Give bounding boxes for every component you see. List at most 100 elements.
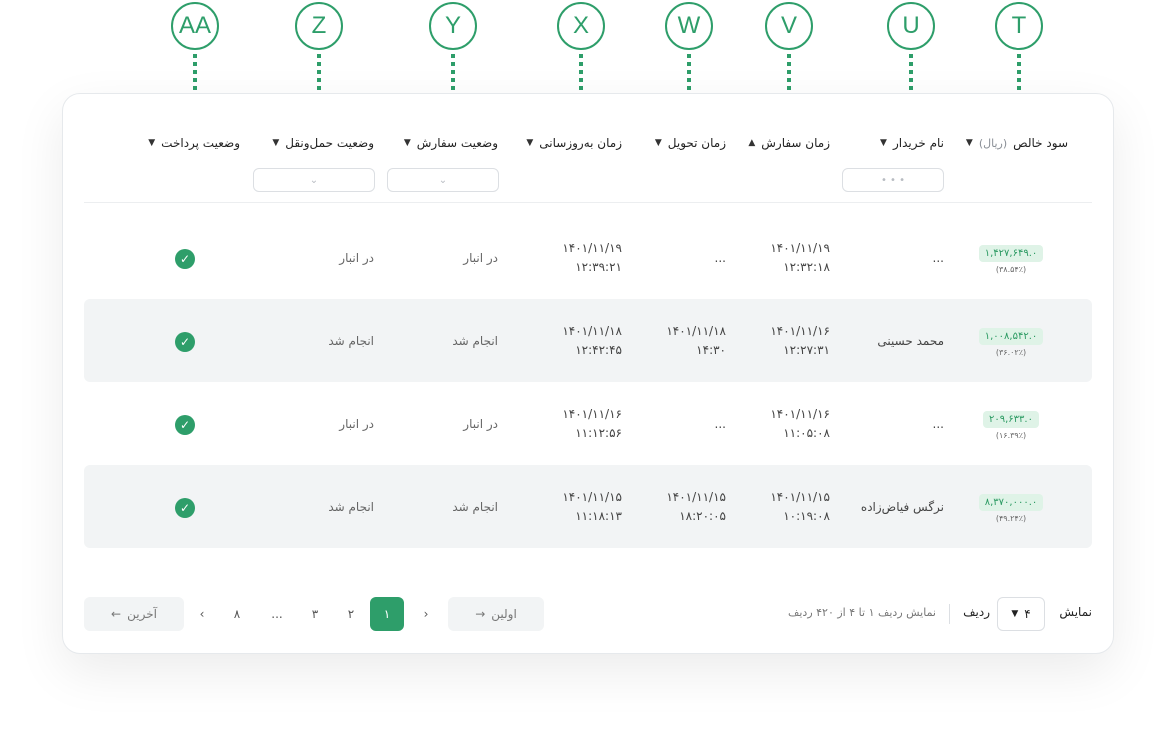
header-label: وضعیت حمل‌ونقل xyxy=(285,136,374,150)
prev-page-button[interactable]: ‹ xyxy=(412,597,440,631)
column-marker-w: W xyxy=(665,2,713,112)
update-date: ۱۴۰۱/۱۱/۱۸ xyxy=(562,324,622,338)
marker-label: Z xyxy=(295,2,343,50)
delivery-date: ... xyxy=(714,417,726,431)
profit-badge: ۸,۳۷۰,۰۰۰.۰ xyxy=(978,494,1044,511)
column-marker-x: X xyxy=(557,2,605,112)
shipping-status-cell: انجام شد xyxy=(328,500,374,514)
update-clock: ۱۱:۱۸:۱۳ xyxy=(575,509,622,523)
header-update-time[interactable]: زمان به‌روزسانی ▼ xyxy=(526,136,622,150)
update-time-cell: ۱۴۰۱/۱۱/۱۸ ۱۲:۴۲:۴۵ xyxy=(562,322,622,360)
chevron-down-icon: ▼ xyxy=(880,138,887,148)
profit-cell: ۸,۳۷۰,۰۰۰.۰ (۴۹.۲۴٪) xyxy=(976,490,1046,523)
delivery-date: ... xyxy=(714,251,726,265)
chevron-down-icon: ⌄ xyxy=(438,174,448,186)
order-status-cell: در انبار xyxy=(463,417,498,431)
header-order-time[interactable]: زمان سفارش ▲ xyxy=(748,136,830,150)
check-circle-icon: ✓ xyxy=(175,332,195,352)
header-delivery-time[interactable]: زمان تحویل ▼ xyxy=(655,136,726,150)
buyer-cell: محمد حسینی xyxy=(877,334,944,348)
chevron-down-icon: ⌄ xyxy=(309,174,319,186)
page-number: ۳ xyxy=(311,607,319,621)
header-payment-status[interactable]: وضعیت پرداخت ▼ xyxy=(148,136,240,150)
page-8-button[interactable]: ۸ xyxy=(222,597,252,631)
header-label: زمان سفارش xyxy=(761,136,830,150)
filter-placeholder: • • • xyxy=(880,174,906,186)
arrow-left-icon: ← xyxy=(111,607,122,621)
header-buyer[interactable]: نام خریدار ▼ xyxy=(880,136,944,150)
marker-label: W xyxy=(665,2,713,50)
marker-label: V xyxy=(765,2,813,50)
delivery-date: ۱۴۰۱/۱۱/۱۸ xyxy=(666,324,726,338)
order-status-filter-select[interactable]: ⌄ xyxy=(387,168,499,192)
column-marker-z: Z xyxy=(295,2,343,112)
check-circle-icon: ✓ xyxy=(175,415,195,435)
update-time-cell: ۱۴۰۱/۱۱/۱۶ ۱۱:۱۲:۵۶ xyxy=(562,405,622,443)
chevron-up-icon: ▲ xyxy=(748,138,756,148)
column-marker-u: U xyxy=(887,2,935,112)
update-clock: ۱۲:۴۲:۴۵ xyxy=(575,343,622,357)
chevron-down-icon: ▼ xyxy=(526,138,534,148)
chevron-down-icon: ▼ xyxy=(272,138,280,148)
page-number: ۲ xyxy=(347,607,355,621)
header-profit[interactable]: سود خالص (ریال) ▼ xyxy=(966,136,1068,150)
order-status-cell: انجام شد xyxy=(452,334,498,348)
header-label: زمان تحویل xyxy=(667,136,726,150)
column-marker-t: T xyxy=(995,2,1043,112)
column-marker-v: V xyxy=(765,2,813,112)
first-label: اولین xyxy=(491,607,517,621)
next-page-button[interactable]: › xyxy=(188,597,216,631)
chevron-right-icon: › xyxy=(199,607,205,621)
profit-cell: ۱,۰۰۸,۵۴۲.۰ (۳۶.۰۲٪) xyxy=(976,324,1046,357)
page-2-button[interactable]: ۲ xyxy=(336,597,366,631)
buyer-cell: ... xyxy=(932,417,944,431)
update-time-cell: ۱۴۰۱/۱۱/۱۹ ۱۲:۳۹:۲۱ xyxy=(562,239,622,277)
header-label: سود خالص xyxy=(1013,136,1068,150)
delivery-time-cell: ۱۴۰۱/۱۱/۱۸ ۱۴:۳۰ xyxy=(666,322,726,360)
profit-cell: ۲۰۹,۶۳۳.۰ (۱۶.۳۹٪) xyxy=(976,407,1046,440)
marker-label: Y xyxy=(429,2,477,50)
update-clock: ۱۱:۱۲:۵۶ xyxy=(575,426,622,440)
column-marker-aa: AA xyxy=(171,2,219,112)
order-date: ۱۴۰۱/۱۱/۱۹ xyxy=(770,241,830,255)
page-1-button[interactable]: ۱ xyxy=(370,597,404,631)
check-circle-icon: ✓ xyxy=(175,498,195,518)
profit-badge: ۱,۰۰۸,۵۴۲.۰ xyxy=(978,328,1044,345)
rows-per-page-select[interactable]: ▼ ۴ xyxy=(997,597,1045,631)
chevron-down-icon: ▼ xyxy=(965,138,973,148)
first-page-button[interactable]: اولین → xyxy=(448,597,544,631)
chevron-down-icon: ▼ xyxy=(1011,609,1019,619)
shipping-status-cell: در انبار xyxy=(339,251,374,265)
chevron-left-icon: ‹ xyxy=(423,607,429,621)
header-unit: (ریال) xyxy=(978,136,1008,150)
order-date: ۱۴۰۱/۱۱/۱۵ xyxy=(770,490,830,504)
order-status-cell: در انبار xyxy=(463,251,498,265)
chevron-down-icon: ▼ xyxy=(403,138,411,148)
last-page-button[interactable]: آخرین ← xyxy=(84,597,184,631)
update-date: ۱۴۰۱/۱۱/۱۹ xyxy=(562,241,622,255)
buyer-cell: ... xyxy=(932,251,944,265)
profit-badge: ۱,۴۲۷,۶۴۹.۰ xyxy=(978,245,1044,262)
profit-percent: (۳۸.۵۴٪) xyxy=(995,265,1027,274)
update-time-cell: ۱۴۰۱/۱۱/۱۵ ۱۱:۱۸:۱۳ xyxy=(562,488,622,526)
order-date: ۱۴۰۱/۱۱/۱۶ xyxy=(770,407,830,421)
shipping-status-filter-select[interactable]: ⌄ xyxy=(253,168,375,192)
profit-cell: ۱,۴۲۷,۶۴۹.۰ (۳۸.۵۴٪) xyxy=(976,241,1046,274)
page-3-button[interactable]: ۳ xyxy=(300,597,330,631)
shipping-status-cell: انجام شد xyxy=(328,334,374,348)
profit-badge: ۲۰۹,۶۳۳.۰ xyxy=(983,411,1039,428)
header-order-status[interactable]: وضعیت سفارش ▼ xyxy=(404,136,498,150)
footer-divider xyxy=(949,604,950,624)
rows-label: ردیف xyxy=(963,605,990,619)
order-status-cell: انجام شد xyxy=(452,500,498,514)
buyer-cell: نرگس فیاض‌زاده xyxy=(860,500,944,514)
delivery-clock: ۱۴:۳۰ xyxy=(696,343,726,357)
marker-label: X xyxy=(557,2,605,50)
header-label: وضعیت پرداخت xyxy=(161,136,240,150)
buyer-filter-input[interactable]: • • • xyxy=(842,168,944,192)
order-date: ۱۴۰۱/۱۱/۱۶ xyxy=(770,324,830,338)
column-marker-y: Y xyxy=(429,2,477,112)
profit-percent: (۱۶.۳۹٪) xyxy=(995,431,1027,440)
header-shipping-status[interactable]: وضعیت حمل‌ونقل ▼ xyxy=(272,136,374,150)
order-clock: ۱۲:۳۲:۱۸ xyxy=(783,260,830,274)
